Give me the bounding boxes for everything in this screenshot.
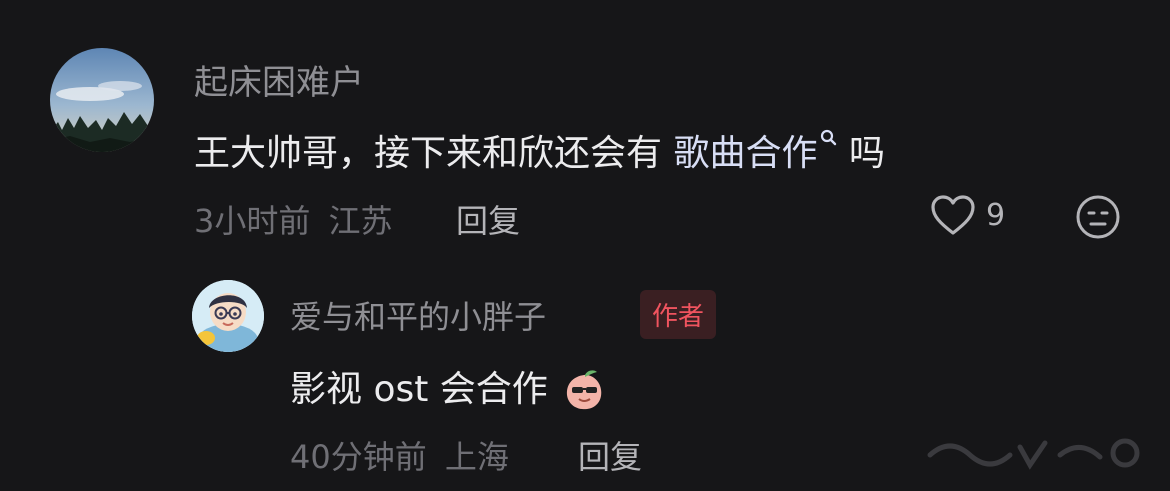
author-badge: 作者 [640,290,717,339]
reply-button[interactable]: 回复 [456,196,520,242]
comment-time: 3小时前 [194,202,311,240]
reply-meta: 40分钟前 上海 [290,432,509,478]
peach-sunglasses-sticker [567,370,602,410]
comment-text: 王大帅哥，接下来和欣还会有 歌曲合作 吗 [194,124,885,176]
like-count: 9 [986,197,1006,233]
avatar-sky-trees-icon [50,48,154,152]
reply-text: 影视 ost 会合作 [290,360,607,413]
heart-outline-icon [931,195,975,235]
reply-location: 上海 [444,438,509,476]
comment-location: 江苏 [328,202,393,240]
search-link-label: 歌曲合作 [673,133,818,174]
comment-text-body: 王大帅哥，接下来和欣还会有 [194,133,663,174]
comment-meta: 3小时前 江苏 [194,196,393,242]
neutral-face-icon [1076,195,1120,239]
reply-user-avatar[interactable] [192,280,264,352]
watermark-logo [927,438,1140,470]
dislike-button[interactable] [1075,194,1121,244]
reply-time: 40分钟前 [290,438,427,476]
comment-username[interactable]: 起床困难户 [194,55,364,104]
like-button[interactable]: 9 [930,194,1005,236]
avatar-cartoon-boy-icon [192,280,264,352]
reply-to-reply-button[interactable]: 回复 [578,432,642,478]
reply-username[interactable]: 爱与和平的小胖子 [290,292,546,338]
user-avatar[interactable] [50,48,154,152]
search-icon [821,129,837,146]
reply-text-body: 影视 ost 会合作 [290,369,548,410]
comment-text-suffix: 吗 [848,133,885,174]
comment-item: 起床困难户 王大帅哥，接下来和欣还会有 歌曲合作 吗 3小时前 江苏 回复 9 [0,0,1170,260]
search-link[interactable]: 歌曲合作 [673,129,837,174]
